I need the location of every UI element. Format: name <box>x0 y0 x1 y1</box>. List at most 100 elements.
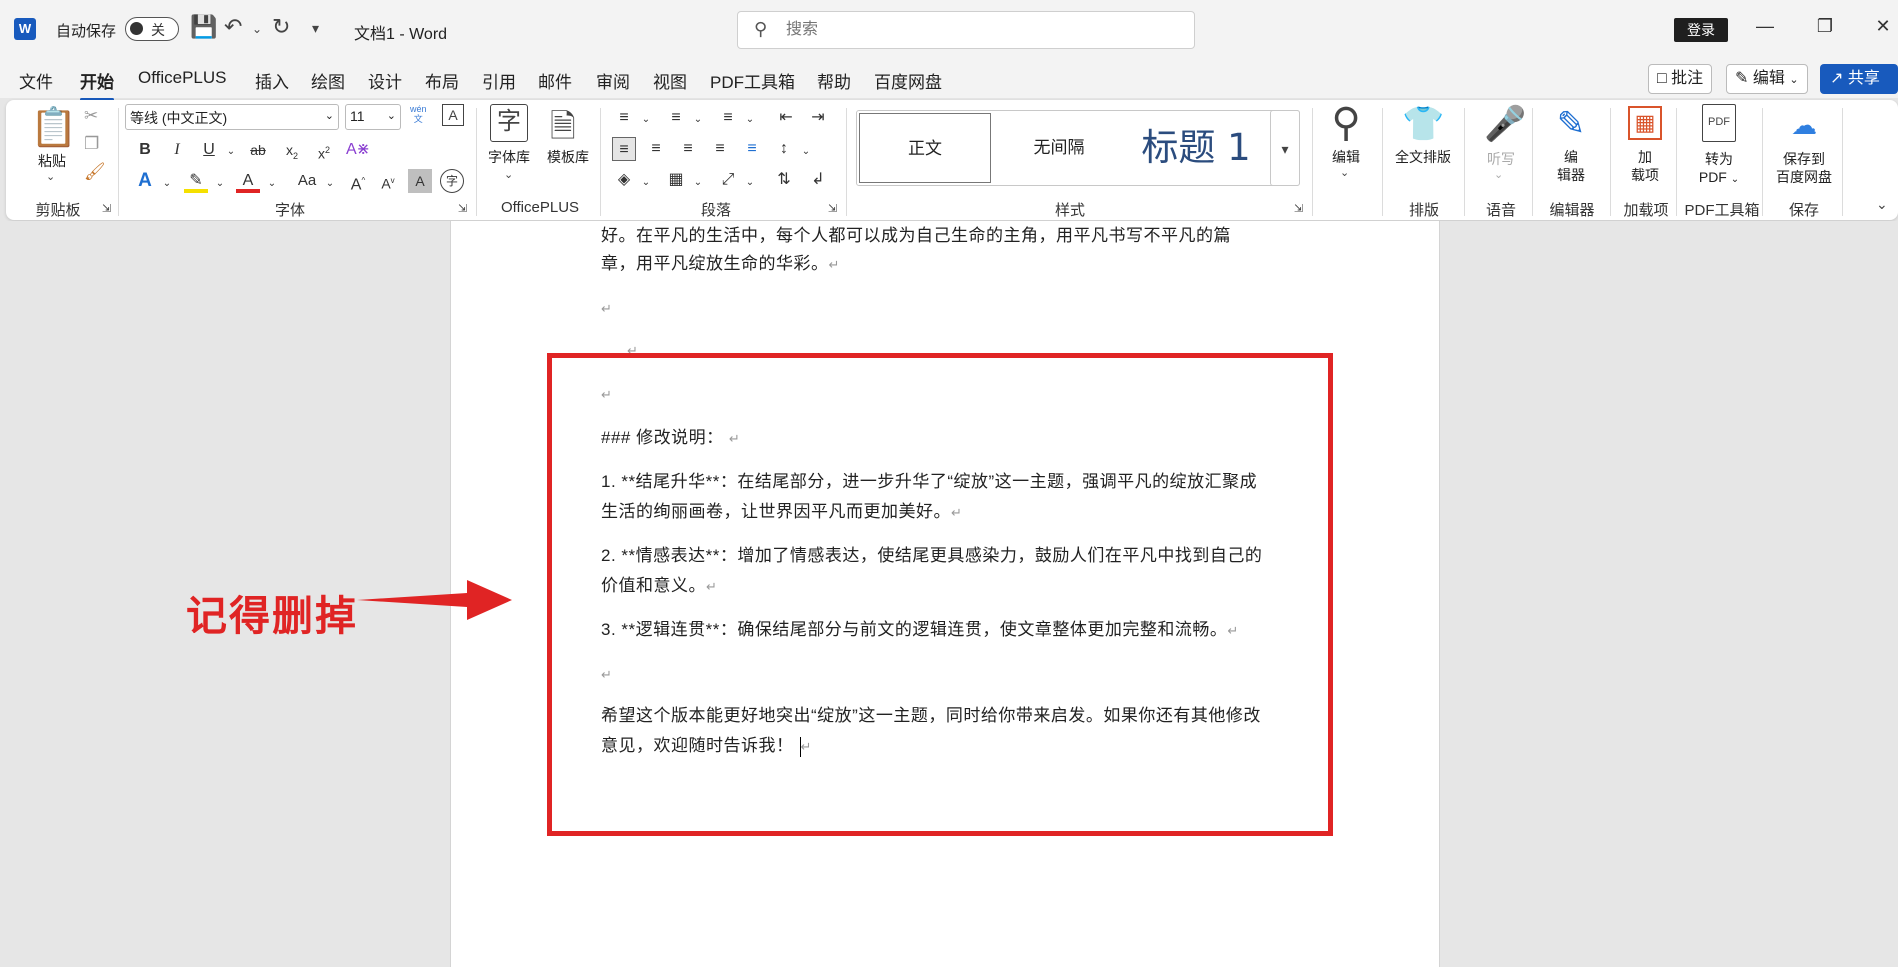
tab-help[interactable]: 帮助 <box>817 68 851 93</box>
font-library-icon[interactable]: 字 <box>490 104 528 142</box>
align-center-icon[interactable]: ≡ <box>644 137 668 161</box>
restore-icon[interactable]: ❐ <box>1810 16 1840 37</box>
undo-icon[interactable]: ↶ <box>224 14 242 40</box>
bullets-dropdown-icon[interactable]: ⌄ <box>634 108 658 132</box>
paste-dropdown-icon[interactable]: ⌄ <box>46 170 55 183</box>
paste-icon[interactable]: 📋 <box>30 106 77 150</box>
cut-icon[interactable]: ✂ <box>84 106 98 126</box>
tab-pdf-tools[interactable]: PDF工具箱 <box>710 68 795 93</box>
tab-review[interactable]: 审阅 <box>596 68 630 93</box>
subscript-icon[interactable]: x2 <box>280 138 304 162</box>
font-color-icon[interactable]: A <box>236 169 260 193</box>
chinese-layout-dropdown-icon[interactable]: ⌄ <box>738 171 762 195</box>
character-shading-icon[interactable]: A <box>408 169 432 193</box>
share-button[interactable]: ↗ 共享 <box>1820 64 1898 94</box>
find-icon[interactable]: ⚲ <box>1326 100 1366 146</box>
comments-button[interactable]: □ 批注 <box>1648 64 1713 94</box>
align-left-icon[interactable]: ≡ <box>612 137 636 161</box>
editing-mode-button[interactable]: ✎ 编辑 ⌄ <box>1726 64 1808 94</box>
style-normal[interactable]: 正文 <box>859 113 991 183</box>
decrease-indent-icon[interactable]: ⇤ <box>774 106 798 130</box>
addins-label[interactable]: 加载项 <box>1626 148 1664 184</box>
numbering-dropdown-icon[interactable]: ⌄ <box>686 108 710 132</box>
italic-icon[interactable]: I <box>165 138 189 162</box>
style-heading-1[interactable]: 标题 1 <box>1127 113 1265 183</box>
search-input[interactable] <box>786 18 1166 42</box>
font-name-select[interactable]: 等线 (中文正文) ⌄ <box>125 104 339 130</box>
editor-label[interactable]: 编辑器 <box>1552 148 1590 184</box>
text-effects-icon[interactable]: A <box>133 169 157 193</box>
tab-home[interactable]: 开始 <box>80 68 114 101</box>
multilevel-list-icon[interactable]: ≡ <box>716 106 740 130</box>
addins-icon[interactable]: ▦ <box>1628 106 1662 140</box>
clear-formatting-icon[interactable]: A⋇ <box>346 138 370 162</box>
tab-mailings[interactable]: 邮件 <box>538 68 572 93</box>
borders-icon[interactable]: ▦ <box>664 168 688 192</box>
align-right-icon[interactable]: ≡ <box>676 137 700 161</box>
convert-pdf-label[interactable]: 转为 PDF ⌄ <box>1692 150 1746 189</box>
bullets-icon[interactable]: ≡ <box>612 106 636 130</box>
character-border-icon[interactable]: A <box>442 104 464 126</box>
underline-dropdown-icon[interactable]: ⌄ <box>219 140 243 164</box>
dictate-dropdown-icon[interactable]: ⌄ <box>1494 168 1503 181</box>
dictate-label[interactable]: 听写 <box>1480 150 1522 168</box>
format-painter-icon[interactable]: 🖌 <box>84 162 106 182</box>
underline-icon[interactable]: U <box>197 138 221 162</box>
bold-icon[interactable]: B <box>133 138 157 162</box>
shrink-font-icon[interactable]: Av <box>376 169 400 193</box>
highlight-dropdown-icon[interactable]: ⌄ <box>208 172 232 196</box>
multilevel-list-dropdown-icon[interactable]: ⌄ <box>738 108 762 132</box>
tab-baidu-netdisk[interactable]: 百度网盘 <box>874 68 942 93</box>
close-icon[interactable]: ✕ <box>1868 16 1898 37</box>
line-spacing-dropdown-icon[interactable]: ⌄ <box>794 140 818 164</box>
justify-icon[interactable]: ≡ <box>708 137 732 161</box>
customize-toolbar-icon[interactable]: ▾ <box>312 20 319 37</box>
styles-launcher-icon[interactable]: ⇲ <box>1294 202 1303 215</box>
copy-icon[interactable]: ❐ <box>84 134 99 154</box>
borders-dropdown-icon[interactable]: ⌄ <box>686 171 710 195</box>
template-library-label[interactable]: 模板库 <box>542 148 594 166</box>
grow-font-icon[interactable]: A^ <box>346 169 370 193</box>
clipboard-launcher-icon[interactable]: ⇲ <box>102 202 111 215</box>
full-text-layout-icon[interactable]: 👕 <box>1402 104 1444 144</box>
distributed-icon[interactable]: ≡ <box>740 137 764 161</box>
redo-icon[interactable]: ↻ <box>272 14 290 40</box>
tab-officeplus[interactable]: OfficePLUS <box>138 68 227 88</box>
tab-file[interactable]: 文件 <box>19 68 53 93</box>
shading-dropdown-icon[interactable]: ⌄ <box>634 171 658 195</box>
font-library-label[interactable]: 字体库 <box>484 148 534 166</box>
tab-design[interactable]: 设计 <box>368 68 402 93</box>
text-effects-dropdown-icon[interactable]: ⌄ <box>155 172 179 196</box>
font-color-dropdown-icon[interactable]: ⌄ <box>260 172 284 196</box>
tab-view[interactable]: 视图 <box>653 68 687 93</box>
paragraph-launcher-icon[interactable]: ⇲ <box>828 202 837 215</box>
numbering-icon[interactable]: ≡ <box>664 106 688 130</box>
login-button[interactable]: 登录 <box>1674 18 1728 42</box>
pdf-icon[interactable]: PDF <box>1702 104 1736 142</box>
increase-indent-icon[interactable]: ⇥ <box>806 106 830 130</box>
paste-label[interactable]: 粘贴 <box>32 152 72 170</box>
autosave-toggle[interactable]: 关 <box>125 17 179 41</box>
styles-more-icon[interactable]: ▾ <box>1270 110 1300 186</box>
tab-references[interactable]: 引用 <box>482 68 516 93</box>
show-marks-icon[interactable]: ↲ <box>806 168 830 192</box>
editing-label[interactable]: 编辑 <box>1322 148 1370 166</box>
undo-dropdown-icon[interactable]: ⌄ <box>252 22 262 36</box>
style-no-spacing[interactable]: 无间隔 <box>993 113 1125 183</box>
search-box[interactable]: ⚲ <box>737 11 1195 49</box>
collapse-ribbon-icon[interactable]: ⌄ <box>1876 196 1888 213</box>
microphone-icon[interactable]: 🎤 <box>1484 104 1526 144</box>
strikethrough-icon[interactable]: ab <box>246 138 270 162</box>
save-to-baidu-label[interactable]: 保存到 百度网盘 <box>1768 150 1840 186</box>
baidu-netdisk-icon[interactable]: ☁ <box>1786 110 1822 141</box>
tab-insert[interactable]: 插入 <box>255 68 289 93</box>
font-launcher-icon[interactable]: ⇲ <box>458 202 467 215</box>
pinyin-guide-icon[interactable]: wén 文 <box>410 104 427 124</box>
full-text-layout-label[interactable]: 全文排版 <box>1388 148 1458 166</box>
tab-layout[interactable]: 布局 <box>425 68 459 93</box>
superscript-icon[interactable]: x2 <box>312 138 336 162</box>
minimize-icon[interactable]: — <box>1750 16 1780 37</box>
chinese-layout-icon[interactable]: ⤢ <box>716 168 740 192</box>
line-spacing-icon[interactable]: ↕ <box>772 137 796 161</box>
shading-icon[interactable]: ◈ <box>612 168 636 192</box>
